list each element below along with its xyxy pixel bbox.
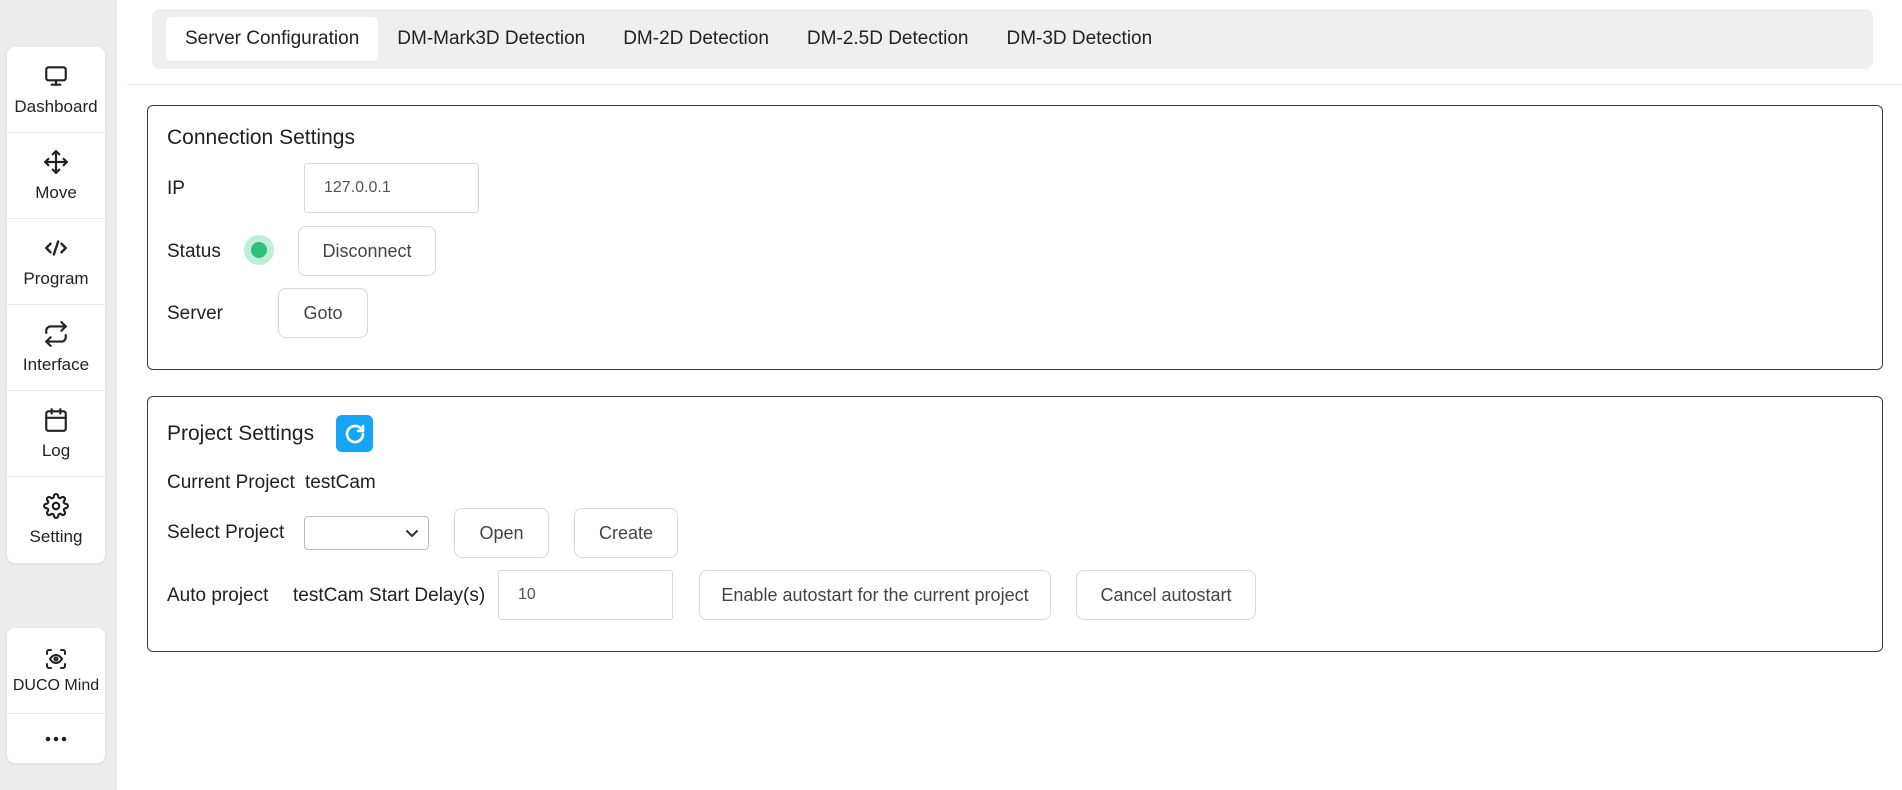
status-label: Status	[167, 241, 221, 262]
refresh-icon	[345, 424, 364, 443]
refresh-button[interactable]	[336, 415, 373, 452]
eye-scan-icon	[46, 648, 66, 669]
enable-autostart-button[interactable]: Enable autostart for the current project	[699, 570, 1051, 620]
tab-divider	[127, 84, 1902, 85]
auto-project-label: Auto project	[167, 585, 269, 606]
sidebar-item-log[interactable]: Log	[7, 391, 105, 477]
tab-bar: Server Configuration DM-Mark3D Detection…	[152, 9, 1873, 69]
move-arrows-icon	[44, 149, 68, 174]
sidebar-item-move[interactable]: Move	[7, 133, 105, 219]
sidebar-item-duco-mind[interactable]: DUCO Mind	[7, 628, 105, 714]
status-indicator	[244, 235, 274, 265]
ip-label: IP	[167, 178, 185, 199]
disconnect-button[interactable]: Disconnect	[298, 226, 436, 276]
tab-server-configuration[interactable]: Server Configuration	[166, 17, 379, 61]
calendar-icon	[45, 407, 67, 432]
sidebar: Dashboard Move Program Interface Log Set…	[0, 0, 117, 790]
ip-input[interactable]	[304, 163, 479, 213]
more-dots-icon	[45, 736, 67, 741]
app-window: Dashboard Move Program Interface Log Set…	[0, 0, 1902, 790]
sidebar-main-nav: Dashboard Move Program Interface Log Set…	[7, 47, 105, 563]
tab-dm-25d-detection[interactable]: DM-2.5D Detection	[788, 17, 988, 61]
select-project-dropdown[interactable]	[304, 516, 429, 550]
select-project-label: Select Project	[167, 522, 285, 543]
project-settings-panel: Project Settings Current Project testCam…	[147, 396, 1883, 652]
chevron-down-icon	[406, 530, 418, 537]
sidebar-item-label: Interface	[22, 354, 90, 374]
open-button[interactable]: Open	[454, 508, 549, 558]
tab-dm-3d-detection[interactable]: DM-3D Detection	[987, 17, 1171, 61]
goto-button[interactable]: Goto	[278, 288, 368, 338]
sidebar-item-label: Log	[41, 440, 71, 460]
sidebar-item-interface[interactable]: Interface	[7, 305, 105, 391]
current-project-value: testCam	[305, 472, 376, 493]
sidebar-item-setting[interactable]: Setting	[7, 477, 105, 563]
server-label: Server	[167, 303, 223, 324]
sidebar-item-program[interactable]: Program	[7, 219, 105, 305]
sidebar-item-more[interactable]	[7, 714, 105, 763]
sidebar-item-label: DUCO Mind	[12, 676, 100, 694]
project-settings-title: Project Settings	[167, 422, 315, 445]
sidebar-item-label: Program	[23, 268, 89, 288]
sidebar-item-label: Move	[35, 182, 77, 202]
code-icon	[45, 239, 67, 256]
monitor-icon	[45, 65, 67, 86]
sidebar-bottom-nav: DUCO Mind	[7, 628, 105, 763]
sidebar-item-label: Setting	[29, 527, 83, 546]
main-content: Server Configuration DM-Mark3D Detection…	[117, 0, 1902, 790]
connection-settings-panel: Connection Settings IP Status Disconnect…	[147, 105, 1883, 370]
tab-dm-mark3d-detection[interactable]: DM-Mark3D Detection	[378, 17, 604, 61]
create-button[interactable]: Create	[574, 508, 678, 558]
cancel-autostart-button[interactable]: Cancel autostart	[1076, 570, 1256, 620]
auto-project-text: testCam Start Delay(s)	[293, 585, 486, 606]
sidebar-item-dashboard[interactable]: Dashboard	[7, 47, 105, 133]
swap-arrows-icon	[45, 320, 67, 347]
gear-icon	[43, 493, 69, 519]
sidebar-item-label: Dashboard	[14, 96, 98, 116]
start-delay-input[interactable]	[498, 570, 673, 620]
connection-settings-title: Connection Settings	[167, 126, 355, 149]
current-project-label: Current Project	[167, 472, 295, 493]
tab-dm-2d-detection[interactable]: DM-2D Detection	[604, 17, 788, 61]
